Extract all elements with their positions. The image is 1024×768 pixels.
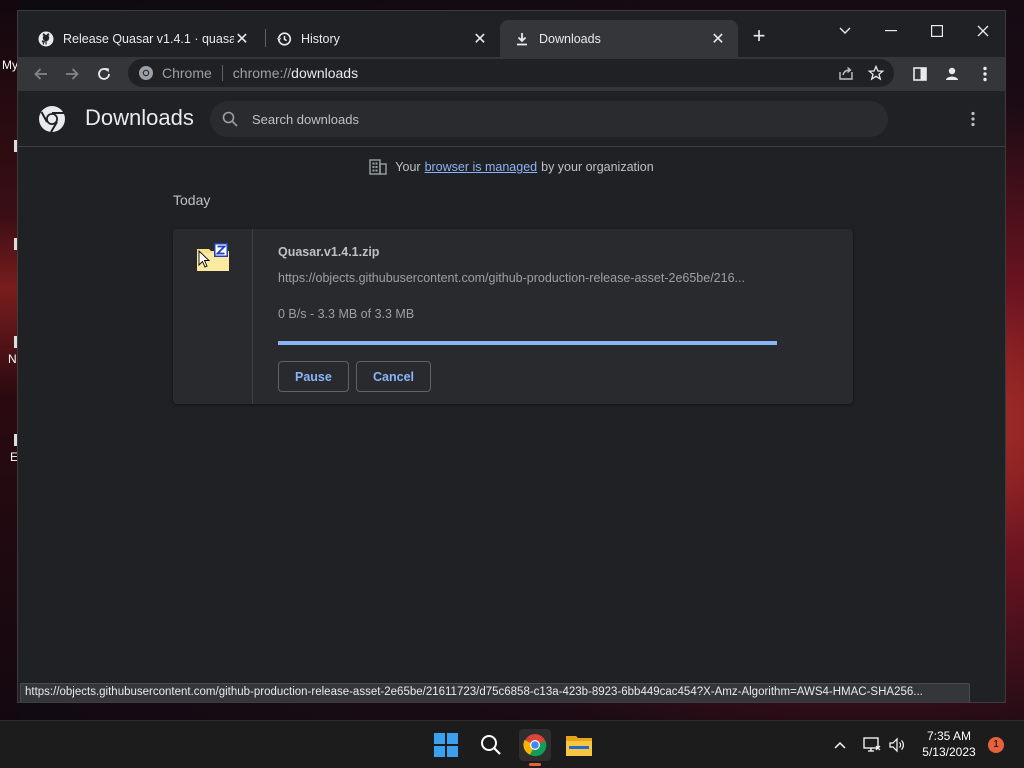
network-icon[interactable] <box>862 735 882 755</box>
url-prefix: chrome:// <box>232 65 292 81</box>
search-input[interactable] <box>252 111 852 127</box>
download-file-name[interactable]: Quasar.v1.4.1.zip <box>278 245 379 259</box>
progress-fill <box>278 341 777 345</box>
maximize-button[interactable] <box>914 17 960 45</box>
clock-date: 5/13/2023 <box>922 745 976 759</box>
download-item: Quasar.v1.4.1.zip https://objects.github… <box>173 229 853 404</box>
chevron-up-icon[interactable] <box>830 735 850 755</box>
close-icon[interactable]: ✕ <box>710 31 726 48</box>
new-tab-button[interactable]: + <box>748 25 770 47</box>
download-status: 0 B/s - 3.3 MB of 3.3 MB <box>278 307 415 321</box>
tab-history[interactable]: History ✕ <box>256 20 500 57</box>
minimize-button[interactable] <box>868 17 914 45</box>
address-bar[interactable]: Chrome chrome://downloads <box>128 59 894 87</box>
search-downloads-box[interactable] <box>210 101 888 137</box>
share-icon[interactable] <box>838 65 854 81</box>
browser-window: Release Quasar v1.4.1 · quasar/Q ✕ Histo… <box>17 10 1006 703</box>
omnibox-url: chrome://downloads <box>233 65 358 81</box>
tab-search-button[interactable] <box>822 17 868 45</box>
tab-strip: Release Quasar v1.4.1 · quasar/Q ✕ Histo… <box>18 11 1005 57</box>
close-icon[interactable]: ✕ <box>234 31 250 48</box>
taskbar: 7:35 AM 5/13/2023 1 <box>0 720 1024 768</box>
url-path: downloads <box>291 65 359 81</box>
browser-managed-link[interactable]: browser is managed <box>425 160 538 174</box>
reload-button[interactable] <box>91 61 117 87</box>
chrome-logo-icon <box>38 105 66 133</box>
search-taskbar-icon[interactable] <box>475 729 507 761</box>
chrome-taskbar-icon[interactable] <box>519 729 551 766</box>
link-status-bar: https://objects.githubusercontent.com/gi… <box>20 683 970 702</box>
tab-github-release[interactable]: Release Quasar v1.4.1 · quasar/Q ✕ <box>18 20 262 57</box>
clock-time: 7:35 AM <box>926 729 972 743</box>
tab-title: Downloads <box>539 31 601 46</box>
download-icon <box>514 31 530 47</box>
menu-icon[interactable] <box>972 61 998 87</box>
cancel-button[interactable]: Cancel <box>356 361 431 392</box>
tab-downloads[interactable]: Downloads ✕ <box>500 20 738 57</box>
more-actions-icon[interactable] <box>963 109 983 129</box>
desktop-icon-label[interactable]: My <box>2 58 18 72</box>
building-icon <box>369 159 387 175</box>
github-icon <box>38 31 54 47</box>
managed-prefix: Your <box>395 160 421 174</box>
omnibox-separator <box>221 65 223 81</box>
back-button[interactable] <box>28 61 54 87</box>
system-clock[interactable]: 7:35 AM 5/13/2023 <box>914 728 984 760</box>
zip-file-icon[interactable] <box>197 243 229 271</box>
search-icon <box>222 111 238 127</box>
managed-suffix: by your organization <box>541 160 654 174</box>
download-progress-bar <box>278 341 777 345</box>
chrome-icon <box>138 65 154 81</box>
history-icon <box>276 31 292 47</box>
tab-title: History <box>301 31 340 46</box>
managed-notice: Your browser is managed by your organiza… <box>18 159 1005 175</box>
download-icon-column <box>173 229 253 404</box>
download-source-url[interactable]: https://objects.githubusercontent.com/gi… <box>278 271 778 285</box>
section-date-header: Today <box>173 192 211 208</box>
side-panel-icon[interactable] <box>907 61 933 87</box>
tab-title: Release Quasar v1.4.1 · quasar/Q <box>63 31 234 46</box>
browser-toolbar: Chrome chrome://downloads <box>18 57 1005 91</box>
start-button[interactable] <box>430 729 462 761</box>
desktop-icon-label[interactable]: N <box>8 352 17 366</box>
forward-button[interactable] <box>59 61 85 87</box>
bookmark-star-icon[interactable] <box>868 65 884 81</box>
close-window-button[interactable] <box>960 17 1005 45</box>
file-explorer-icon[interactable] <box>563 729 595 761</box>
volume-icon[interactable] <box>887 735 907 755</box>
downloads-header: Downloads <box>18 91 1005 147</box>
omnibox-site-label: Chrome <box>162 65 212 81</box>
running-indicator <box>529 763 541 766</box>
page-title: Downloads <box>85 105 194 130</box>
close-icon[interactable]: ✕ <box>472 31 488 48</box>
notification-badge[interactable]: 1 <box>988 737 1004 753</box>
pause-button[interactable]: Pause <box>278 361 349 392</box>
profile-icon[interactable] <box>939 61 965 87</box>
